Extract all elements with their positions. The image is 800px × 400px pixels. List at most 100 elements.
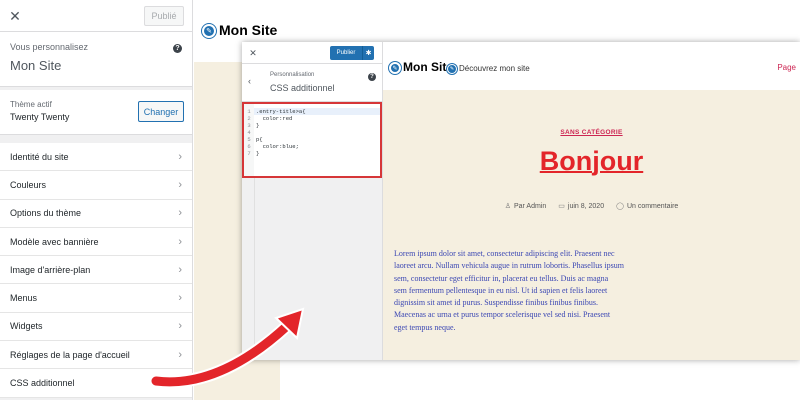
menu-item-label: Menus [10, 293, 38, 304]
active-theme-section: Thème actif Twenty Twenty Changer [0, 90, 192, 135]
menu-item-site-identity[interactable]: Identité du site › [0, 143, 192, 172]
line-number: 4 [247, 129, 251, 136]
menu-item-label: Options du thème [10, 208, 82, 219]
section-title: CSS additionnel [270, 83, 335, 93]
menu-item-cover-template[interactable]: Modèle avec bannière › [0, 228, 192, 257]
user-icon: ♙ [504, 203, 511, 210]
body-line: sem, consectetur eget efficitur in, plac… [394, 273, 609, 283]
chevron-right-icon: › [178, 292, 182, 305]
close-icon[interactable]: ✕ [245, 45, 261, 61]
menu-item-label: Couleurs [10, 179, 47, 190]
code-line: 1 .entry-title>a{ [244, 108, 306, 115]
panel-divider [254, 178, 255, 360]
chevron-right-icon: › [178, 150, 182, 163]
chevron-right-icon: › [178, 263, 182, 276]
post-author-label: Par Admin [513, 202, 547, 210]
gear-icon[interactable]: ✱ [362, 46, 374, 60]
menu-item-theme-options[interactable]: Options du thème › [0, 200, 192, 228]
site-tagline: Découvrez mon site [459, 64, 530, 73]
edit-shortcut-icon[interactable]: ✎ [447, 64, 457, 74]
customizer-panel-back: ✕ Publié Vous personnalisez Mon Site ? T… [0, 0, 193, 400]
code-line: 6 color:blue; [244, 143, 299, 150]
calendar-icon: ▭ [558, 203, 565, 210]
code-text: color:blue; [256, 143, 299, 150]
post-comments-label: Un commentaire [626, 202, 679, 210]
body-line: sem fermentum pellentesque in eu nisl. U… [394, 285, 608, 295]
line-number: 1 [247, 108, 251, 115]
menu-item-widgets[interactable]: Widgets › [0, 313, 192, 342]
body-line: dignissim sit amet id purus. Suspendisse… [394, 298, 599, 308]
menu-item-label: CSS additionnel [10, 378, 75, 389]
menu-item-additional-css[interactable]: CSS additionnel › [0, 369, 192, 398]
chevron-right-icon: › [178, 235, 182, 248]
menu-item-colors[interactable]: Couleurs › [0, 171, 192, 200]
change-theme-button[interactable]: Changer [138, 101, 184, 122]
section-header: ‹ Personnalisation CSS additionnel ? [242, 64, 382, 102]
chevron-right-icon: › [178, 207, 182, 220]
code-line: 2 color:red [244, 115, 292, 122]
line-number: 6 [247, 143, 251, 150]
close-icon[interactable]: ✕ [0, 0, 30, 32]
post-date[interactable]: ▭ juin 8, 2020 [558, 202, 605, 211]
section-subtitle: Personnalisation [270, 72, 315, 78]
menu-item-label: Identité du site [10, 151, 69, 162]
code-text: } [256, 150, 260, 157]
chevron-left-icon[interactable]: ‹ [248, 76, 251, 86]
menu-item-label: Widgets [10, 321, 43, 332]
line-number: 7 [247, 150, 251, 157]
info-subtitle: Vous personnalisez [10, 42, 89, 52]
help-icon[interactable]: ? [173, 44, 182, 53]
code-text: .entry-title>a{ [256, 108, 306, 115]
post-title-link[interactable]: Bonjour [383, 146, 800, 177]
menu-item-menus[interactable]: Menus › [0, 284, 192, 313]
customizer-panel-front: ✕ Publier ✱ ‹ Personnalisation CSS addit… [242, 42, 383, 360]
code-line: 3} [244, 122, 259, 129]
chevron-right-icon: › [178, 377, 182, 390]
customizer-info: Vous personnalisez Mon Site ? [0, 32, 192, 87]
css-code-editor[interactable]: 1 .entry-title>a{ 2 color:red 3} 4 5 p{ 6 … [242, 102, 382, 178]
line-number: 2 [247, 115, 251, 122]
code-line: 5 p{ [244, 136, 263, 143]
customizer-menu: Identité du site › Couleurs › Options du t… [0, 143, 192, 398]
menu-item-background-image[interactable]: Image d'arrière-plan › [0, 256, 192, 285]
chevron-right-icon: › [178, 348, 182, 361]
post-comments[interactable]: ◯ Un commentaire [616, 202, 679, 211]
chevron-right-icon: › [178, 178, 182, 191]
nav-link-page[interactable]: Page [777, 63, 796, 72]
screenshot-additional-css: ✕ Publier ✱ ‹ Personnalisation CSS addit… [242, 42, 800, 360]
edit-shortcut-icon[interactable]: ✎ [389, 62, 401, 74]
help-icon[interactable]: ? [368, 73, 376, 81]
chevron-right-icon: › [178, 320, 182, 333]
code-text: } [256, 122, 260, 129]
menu-item-label: Modèle avec bannière [10, 236, 99, 247]
post-meta: ♙ Par Admin ▭ juin 8, 2020 ◯ Un commentaire [383, 202, 800, 211]
preview-header: ✎ Mon Site ✎ Découvrez mon site Page [383, 42, 800, 90]
body-line: Maecenas ac urna et purus tempor sceleri… [394, 310, 611, 320]
code-line: 4 [244, 129, 256, 136]
post-content: Lorem ipsum dolor sit amet, consectetur … [394, 248, 800, 334]
site-title[interactable]: Mon Site [403, 60, 453, 74]
comment-icon: ◯ [616, 203, 624, 210]
publish-label: Publier [336, 50, 356, 56]
line-number: 5 [247, 136, 251, 143]
menu-item-label: Image d'arrière-plan [10, 264, 91, 275]
info-title: Mon Site [10, 58, 62, 73]
code-line: 7} [244, 150, 259, 157]
edit-shortcut-icon[interactable]: ✎ [202, 24, 216, 38]
published-button[interactable]: Publié [144, 6, 184, 26]
line-number: 3 [247, 122, 251, 129]
customizer-topbar: ✕ Publié [0, 0, 192, 32]
customizer-topbar: ✕ Publier ✱ [242, 42, 382, 64]
code-text: p{ [256, 136, 263, 143]
post-author[interactable]: ♙ Par Admin [504, 202, 547, 211]
post-category-link[interactable]: SANS CATÉGORIE [383, 129, 800, 136]
menu-item-homepage-settings[interactable]: Réglages de la page d'accueil › [0, 341, 192, 370]
menu-item-label: Réglages de la page d'accueil [10, 349, 130, 360]
publish-button[interactable]: Publier ✱ [330, 46, 374, 60]
body-line: laoreet arcu. Nullam vehicula augue in r… [394, 261, 624, 271]
code-text: color:red [256, 115, 293, 122]
post-date-label: juin 8, 2020 [567, 202, 605, 210]
body-line: Lorem ipsum dolor sit amet, consectetur … [394, 249, 615, 258]
site-title[interactable]: Mon Site [219, 22, 277, 38]
body-line: eget tempus neque. [394, 322, 456, 332]
